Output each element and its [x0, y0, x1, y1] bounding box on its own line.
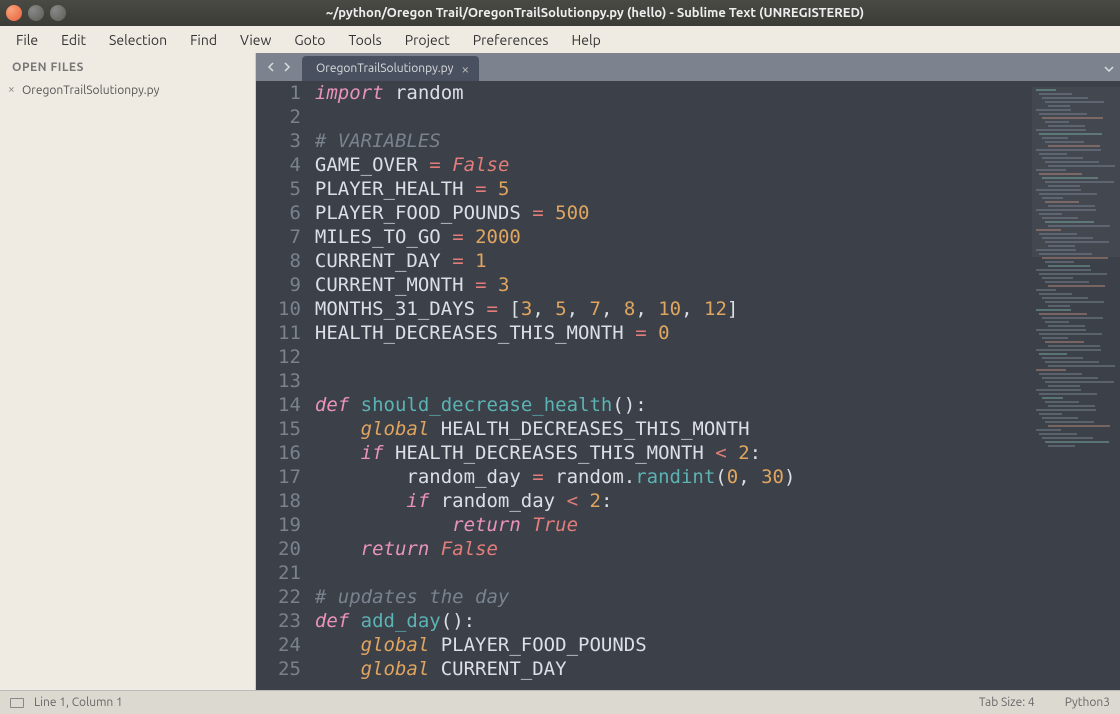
code-line[interactable]: MONTHS_31_DAYS = [3, 5, 7, 8, 10, 12] — [315, 297, 1032, 321]
tab-nav-arrows[interactable] — [256, 53, 302, 81]
code-line[interactable]: GAME_OVER = False — [315, 153, 1032, 177]
code-line[interactable] — [315, 345, 1032, 369]
tab-overflow-icon[interactable] — [1104, 58, 1114, 76]
code-line[interactable]: return True — [315, 513, 1032, 537]
sidebar: OPEN FILES OregonTrailSolutionpy.py — [0, 53, 256, 690]
menu-project[interactable]: Project — [395, 29, 460, 51]
menu-file[interactable]: File — [6, 29, 48, 51]
status-tab-size[interactable]: Tab Size: 4 — [979, 696, 1035, 709]
line-number-gutter: 1234567891011121314151617181920212223242… — [256, 81, 315, 690]
menu-tools[interactable]: Tools — [339, 29, 392, 51]
code-line[interactable] — [315, 369, 1032, 393]
code-line[interactable]: import random — [315, 81, 1032, 105]
minimap[interactable] — [1032, 81, 1120, 690]
sidebar-open-files-header: OPEN FILES — [0, 53, 255, 82]
code-line[interactable]: global HEALTH_DECREASES_THIS_MONTH — [315, 417, 1032, 441]
code-line[interactable]: # VARIABLES — [315, 129, 1032, 153]
window-maximize-button[interactable] — [50, 5, 66, 21]
code-line[interactable]: if HEALTH_DECREASES_THIS_MONTH < 2: — [315, 441, 1032, 465]
code-line[interactable]: random_day = random.randint(0, 30) — [315, 465, 1032, 489]
code-line[interactable]: PLAYER_FOOD_POUNDS = 500 — [315, 201, 1032, 225]
window-minimize-button[interactable] — [28, 5, 44, 21]
tabstrip: OregonTrailSolutionpy.py × — [256, 53, 1120, 81]
tab-close-icon[interactable]: × — [461, 62, 469, 76]
menubar: File Edit Selection Find View Goto Tools… — [0, 26, 1120, 53]
tab-back-icon — [266, 62, 276, 72]
code-line[interactable]: global CURRENT_DAY — [315, 657, 1032, 681]
tab-active[interactable]: OregonTrailSolutionpy.py × — [302, 56, 479, 81]
code-line[interactable]: return False — [315, 537, 1032, 561]
code-line[interactable] — [315, 561, 1032, 585]
code-line[interactable]: global PLAYER_FOOD_POUNDS — [315, 633, 1032, 657]
menu-edit[interactable]: Edit — [51, 29, 96, 51]
code-line[interactable]: CURRENT_DAY = 1 — [315, 249, 1032, 273]
window-close-button[interactable] — [6, 5, 22, 21]
code-line[interactable]: def add_day(): — [315, 609, 1032, 633]
menu-find[interactable]: Find — [180, 29, 227, 51]
status-cursor-position[interactable]: Line 1, Column 1 — [34, 696, 123, 709]
statusbar: Line 1, Column 1 Tab Size: 4 Python3 — [0, 690, 1120, 714]
code-line[interactable]: # updates the day — [315, 585, 1032, 609]
status-syntax[interactable]: Python3 — [1065, 696, 1110, 709]
menu-help[interactable]: Help — [561, 29, 610, 51]
menu-selection[interactable]: Selection — [99, 29, 177, 51]
code-line[interactable] — [315, 105, 1032, 129]
code-line[interactable]: CURRENT_MONTH = 3 — [315, 273, 1032, 297]
code-line[interactable]: MILES_TO_GO = 2000 — [315, 225, 1032, 249]
menu-preferences[interactable]: Preferences — [463, 29, 559, 51]
menu-goto[interactable]: Goto — [284, 29, 335, 51]
menu-view[interactable]: View — [230, 29, 281, 51]
code-line[interactable]: HEALTH_DECREASES_THIS_MONTH = 0 — [315, 321, 1032, 345]
code-line[interactable]: PLAYER_HEALTH = 5 — [315, 177, 1032, 201]
code-line[interactable]: def should_decrease_health(): — [315, 393, 1032, 417]
code-editor[interactable]: import random # VARIABLESGAME_OVER = Fal… — [315, 81, 1032, 690]
window-title: ~/python/Oregon Trail/OregonTrailSolutio… — [76, 6, 1114, 20]
panel-toggle-icon[interactable] — [10, 698, 24, 708]
tab-label: OregonTrailSolutionpy.py — [316, 62, 453, 75]
window-titlebar: ~/python/Oregon Trail/OregonTrailSolutio… — [0, 0, 1120, 26]
code-line[interactable]: if random_day < 2: — [315, 489, 1032, 513]
tab-forward-icon — [282, 62, 292, 72]
open-file-item[interactable]: OregonTrailSolutionpy.py — [0, 82, 255, 99]
